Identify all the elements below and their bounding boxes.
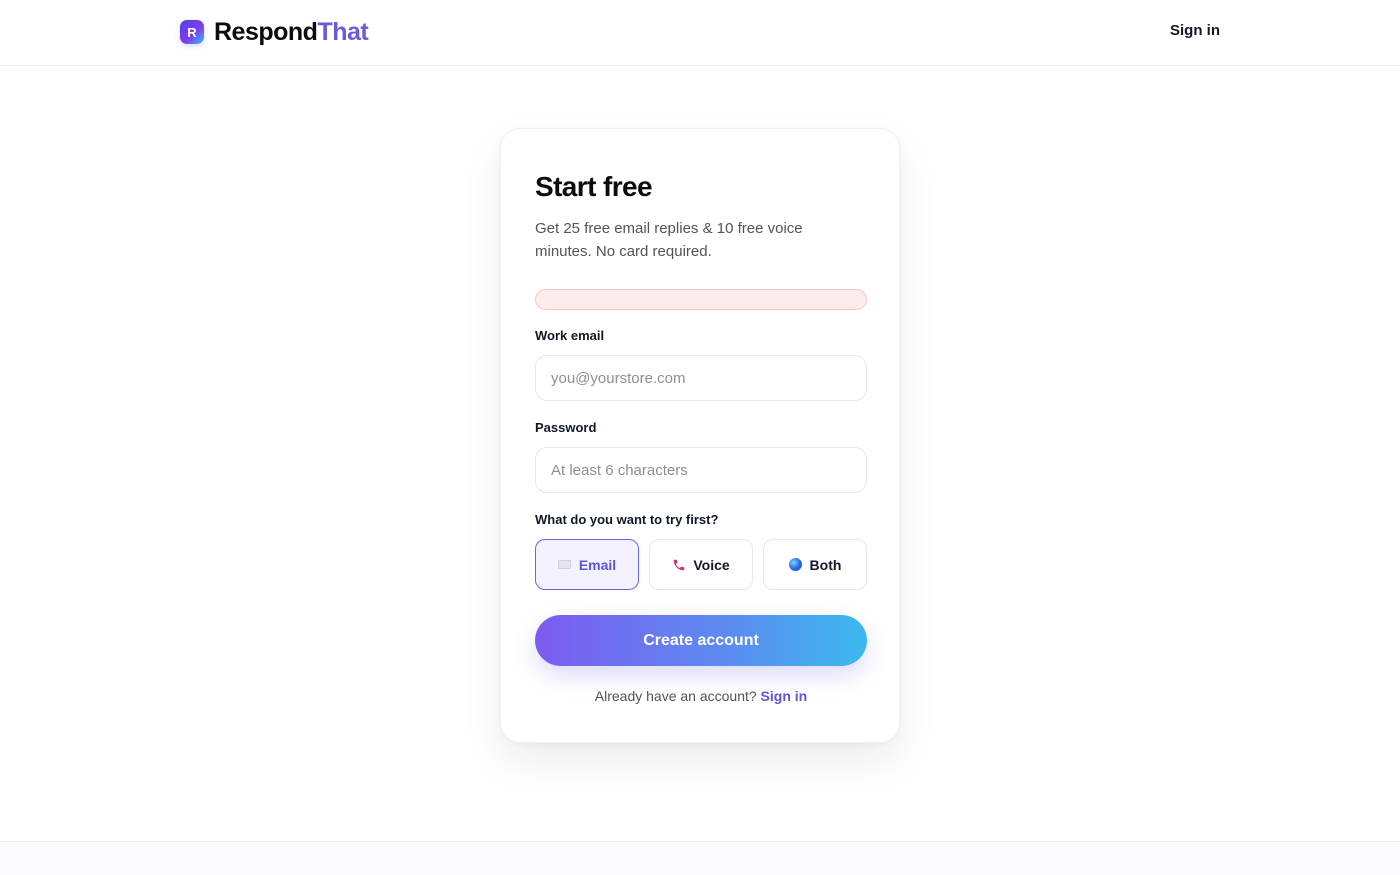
choice-email-label: Email <box>578 556 617 573</box>
choice-both-button[interactable]: Both <box>763 539 867 590</box>
password-label: Password <box>535 420 597 435</box>
phone-icon <box>672 558 686 572</box>
envelope-icon <box>558 558 572 572</box>
choice-both-label: Both <box>809 556 842 573</box>
sign-in-prompt-text: Already have an account? <box>594 688 757 704</box>
error-message-box <box>535 289 867 310</box>
top-header: R Respond That Sign in <box>0 0 1400 66</box>
choice-voice-label: Voice <box>693 556 730 573</box>
email-label: Work email <box>535 328 605 343</box>
page-title: Start free <box>535 171 653 202</box>
password-field[interactable] <box>535 447 867 493</box>
page-subtitle: Get 25 free email replies & 10 free voic… <box>535 220 803 260</box>
footer-sign-in-link[interactable]: Sign in <box>761 688 808 704</box>
header-sign-in-link[interactable]: Sign in <box>1170 22 1220 39</box>
choice-voice-button[interactable]: Voice <box>649 539 753 590</box>
try-first-label: What do you want to try first? <box>535 512 719 527</box>
create-account-button[interactable]: Create account <box>535 615 867 666</box>
signup-card: Start free Get 25 free email replies & 1… <box>500 128 900 743</box>
email-field[interactable] <box>535 355 867 401</box>
logo-icon: R <box>180 20 204 44</box>
brand-name-accent: That <box>317 17 369 46</box>
page-footer <box>0 841 1400 875</box>
brand-name: Respond <box>214 17 318 46</box>
sign-in-prompt: Already have an account? Sign in <box>501 688 901 704</box>
choice-email-button[interactable]: Email <box>535 539 639 590</box>
globe-icon <box>789 558 803 572</box>
try-first-options: Email Voice Both <box>535 539 867 590</box>
brand-logo-link[interactable]: R Respond That <box>180 17 369 46</box>
